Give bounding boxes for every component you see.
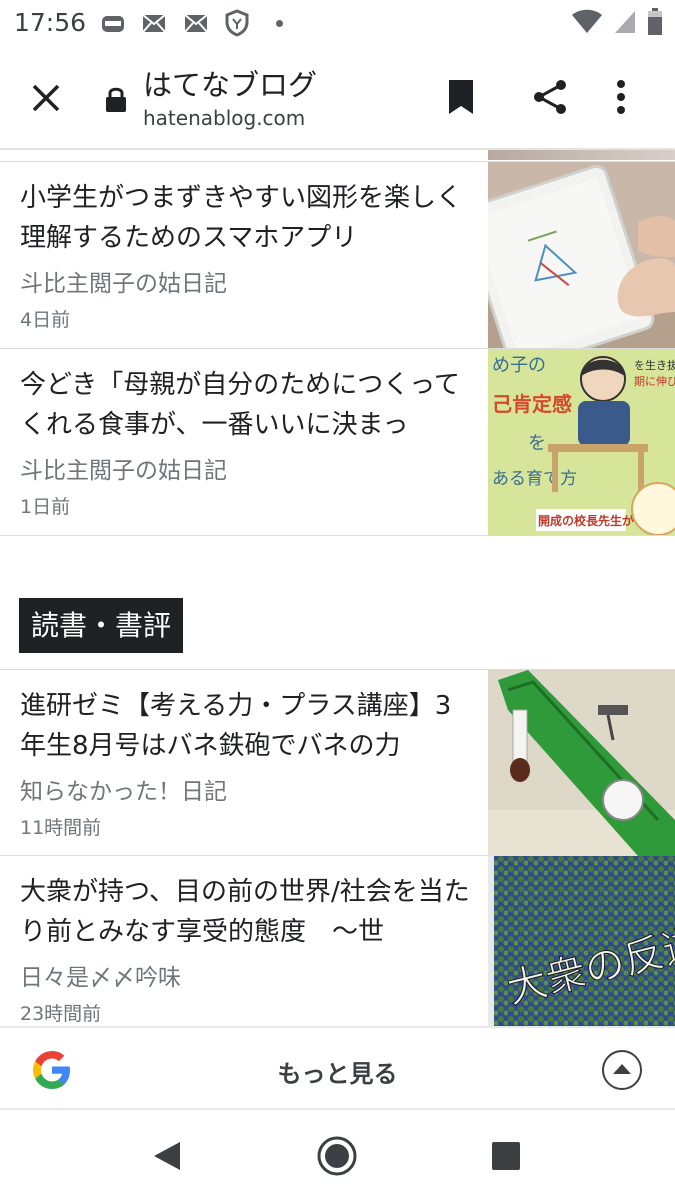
mail-icon bbox=[142, 14, 166, 33]
recents-icon[interactable] bbox=[491, 1141, 521, 1171]
article-time: 4日前 bbox=[20, 309, 71, 331]
article-source: 斗比主閲子の姑日記 bbox=[20, 271, 227, 297]
thumbnail bbox=[488, 150, 675, 160]
share-icon[interactable] bbox=[531, 78, 569, 116]
article-thumbnail[interactable]: 大衆の反逆 bbox=[488, 856, 675, 1026]
spring-gun-photo bbox=[488, 670, 675, 856]
status-time: 17:56 bbox=[14, 8, 87, 37]
article-feed: 小学生がつまずきやすい図形を楽しく理解するためのスマホアプリ 斗比主閲子の姑日記… bbox=[0, 150, 675, 1026]
notification-icons bbox=[100, 8, 283, 38]
article-source: 日々是〆〆吟味 bbox=[20, 965, 181, 991]
mail-icon bbox=[184, 14, 208, 33]
show-more-bar[interactable]: もっと見る bbox=[0, 1026, 675, 1110]
battery-icon bbox=[648, 8, 662, 35]
article-title[interactable]: 大衆が持つ、目の前の世界/社会を当たり前とみなす享受的態度 ～世 bbox=[20, 872, 472, 952]
tablet-photo bbox=[488, 162, 675, 348]
wifi-icon bbox=[572, 9, 602, 33]
aeon-app-icon bbox=[102, 16, 124, 32]
article-thumbnail[interactable]: め子の 己肯定感 を ある育て方 を生き抜く力は 期に伸びる！ 開成の校長先生が bbox=[488, 349, 675, 535]
book-text: 己肯定感 bbox=[492, 392, 572, 416]
book-text: 期に伸びる！ bbox=[634, 375, 675, 388]
previous-article-edge bbox=[0, 150, 675, 162]
bookmark-icon[interactable] bbox=[446, 78, 476, 116]
system-icons bbox=[571, 8, 663, 36]
close-icon[interactable] bbox=[26, 78, 66, 118]
book-text: め子の bbox=[492, 355, 546, 376]
signal-icon bbox=[615, 11, 635, 33]
home-icon[interactable] bbox=[316, 1135, 358, 1177]
back-icon[interactable] bbox=[152, 1140, 182, 1172]
book-cover: め子の 己肯定感 を ある育て方 を生き抜く力は 期に伸びる！ 開成の校長先生が bbox=[488, 349, 675, 535]
book-text: を bbox=[528, 433, 546, 454]
status-bar: 17:56 bbox=[0, 0, 675, 48]
page-title: はてなブログ bbox=[143, 68, 318, 102]
shield-icon bbox=[225, 9, 249, 37]
article-title[interactable]: 進研ゼミ【考える力・プラス講座】3年生8月号はバネ鉄砲でバネの力 bbox=[20, 686, 472, 766]
article-source: 知らなかった！日記 bbox=[20, 779, 227, 805]
article-title[interactable]: 今どき「母親が自分のためにつくってくれる食事が、一番いいに決まっ bbox=[20, 365, 472, 445]
section-label[interactable]: 読書・書評 bbox=[19, 598, 184, 653]
article-time: 23時間前 bbox=[20, 1003, 102, 1025]
system-navigation-bar bbox=[0, 1110, 675, 1200]
book-text: ある育て方 bbox=[492, 469, 577, 489]
article-item[interactable]: 今どき「母親が自分のためにつくってくれる食事が、一番いいに決まっ 斗比主閲子の姑… bbox=[0, 349, 675, 536]
custom-tab-toolbar: はてなブログ hatenablog.com bbox=[0, 48, 675, 150]
dot-icon bbox=[276, 19, 283, 27]
page-domain: hatenablog.com bbox=[143, 106, 306, 130]
article-title[interactable]: 小学生がつまずきやすい図形を楽しく理解するためのスマホアプリ bbox=[20, 178, 472, 258]
lock-icon bbox=[106, 87, 126, 112]
article-item[interactable]: 進研ゼミ【考える力・プラス講座】3年生8月号はバネ鉄砲でバネの力 知らなかった！… bbox=[0, 669, 675, 856]
article-thumbnail[interactable] bbox=[488, 162, 675, 348]
chevron-up-icon bbox=[613, 1064, 631, 1074]
show-more-label[interactable]: もっと見る bbox=[0, 1054, 675, 1089]
article-time: 1日前 bbox=[20, 496, 71, 518]
article-item[interactable]: 小学生がつまずきやすい図形を楽しく理解するためのスマホアプリ 斗比主閲子の姑日記… bbox=[0, 162, 675, 349]
more-vert-icon[interactable] bbox=[615, 78, 627, 116]
article-item[interactable]: 大衆が持つ、目の前の世界/社会を当たり前とみなす享受的態度 ～世 日々是〆〆吟味… bbox=[0, 856, 675, 1026]
article-thumbnail[interactable] bbox=[488, 670, 675, 856]
expand-up-button[interactable] bbox=[602, 1050, 642, 1090]
book-text: を生き抜く力は bbox=[634, 358, 675, 372]
article-source: 斗比主閲子の姑日記 bbox=[20, 458, 227, 484]
article-time: 11時間前 bbox=[20, 817, 102, 839]
book-text: 開成の校長先生が bbox=[538, 513, 634, 528]
book-cover: 大衆の反逆 bbox=[488, 856, 675, 1026]
